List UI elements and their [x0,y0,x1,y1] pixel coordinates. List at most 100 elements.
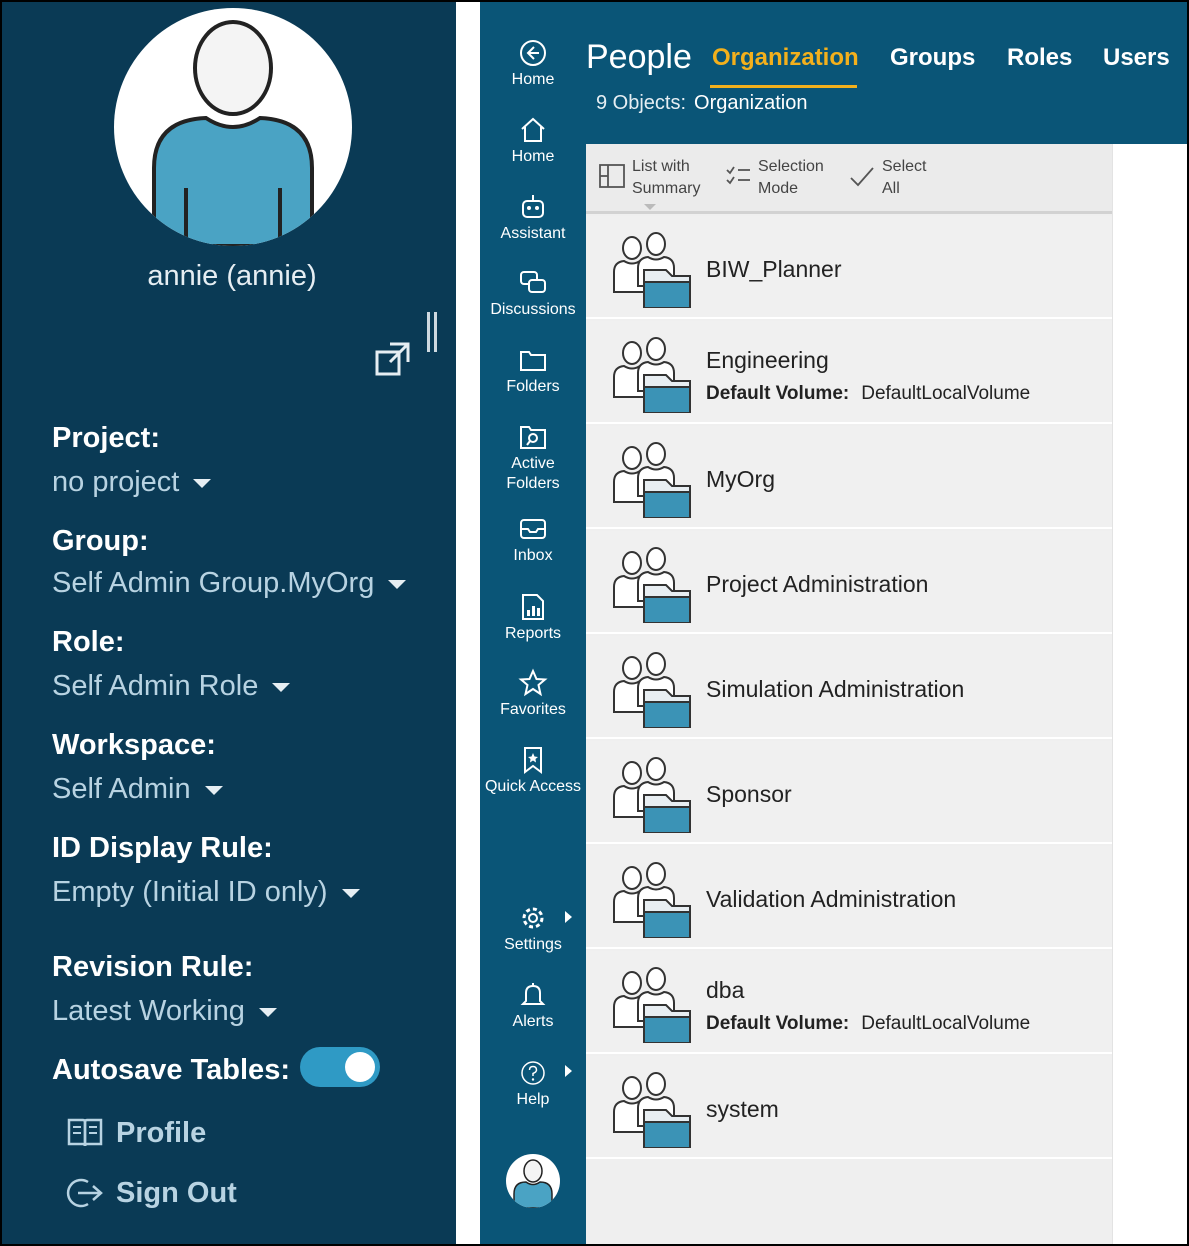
autosave-label: Autosave Tables: [52,1054,290,1086]
chat-bubbles-icon [520,271,546,293]
nav-home[interactable]: Home [480,115,586,167]
checkmark-icon [850,167,874,187]
nav-label: Favorites [500,701,566,718]
folder-icon [520,351,546,371]
nav-label: Alerts [512,1013,554,1030]
workspace-dropdown[interactable]: Self Admin [52,773,223,806]
nav-user-avatar[interactable] [506,1154,560,1208]
list-item[interactable]: Simulation Administration [586,636,1112,739]
item-name: MyOrg [706,466,775,492]
list-item[interactable]: BIW_Planner [586,216,1112,319]
nav-label: Help [516,1091,550,1108]
nav-label: Folders [506,378,560,395]
panel-resize-handle[interactable] [427,312,437,352]
organization-icon [613,547,691,623]
star-icon [518,668,548,697]
revision-rule-value: Latest Working [52,995,245,1027]
list-item[interactable]: system [586,1056,1112,1159]
nav-assistant[interactable]: Assistant [480,192,586,244]
item-volume-label: Default Volume: [706,1013,850,1034]
organization-icon [613,442,691,518]
tab-organization[interactable]: Organization [712,44,859,72]
item-name: Project Administration [706,571,929,597]
checklist-icon [726,166,750,185]
list-item[interactable]: Validation Administration [586,846,1112,949]
sign-out-icon [66,1178,103,1208]
nav-label: Reports [504,625,562,642]
role-label: Role: [52,626,125,658]
nav-discussions[interactable]: Discussions [480,268,586,320]
nav-label: Folders [506,475,560,492]
detail-panel [1112,144,1187,1244]
group-label: Group: [52,525,149,557]
chevron-down-icon [272,682,291,692]
list-toolbar: List with Summary Selection Mode Select All [586,144,1112,214]
view-mode-button[interactable]: List with Summary [598,156,700,200]
popout-icon[interactable] [374,340,412,378]
view-mode-label: Summary [632,180,701,197]
selection-mode-button[interactable]: Selection Mode [724,156,824,200]
object-count: 9 Objects: Organization [596,92,807,115]
revision-rule-label: Revision Rule: [52,951,254,983]
tab-users[interactable]: Users [1103,44,1170,72]
nav-inbox[interactable]: Inbox [480,514,586,566]
profile-label: Profile [116,1116,207,1149]
select-all-label: Select [882,158,927,175]
help-icon [521,1061,545,1085]
nav-label: Settings [504,936,562,953]
object-list-panel: List with Summary Selection Mode Select All… [586,144,1112,1244]
panel-gap [456,2,480,1244]
chevron-down-icon [388,579,407,589]
nav-quick-access[interactable]: Quick Access [480,745,586,797]
tab-roles[interactable]: Roles [1007,44,1072,72]
item-default-volume: Default Volume: DefaultLocalVolume [706,383,1030,405]
active-folder-icon [520,426,546,449]
nav-folders[interactable]: Folders [480,345,586,397]
book-icon [67,1118,103,1147]
signout-link[interactable]: Sign Out [66,1176,237,1210]
workspace-value: Self Admin [52,773,191,805]
role-dropdown[interactable]: Self Admin Role [52,670,291,703]
project-label: Project: [52,422,160,454]
nav-label: Inbox [513,547,553,564]
project-dropdown[interactable]: no project [52,466,212,499]
settings-expand-arrow-icon[interactable] [565,911,572,923]
nav-active-folders[interactable]: Active Folders [480,422,586,494]
list-item[interactable]: Engineering Default Volume: DefaultLocalVo… [586,321,1112,424]
item-volume-value: DefaultLocalVolume [861,383,1031,404]
user-avatar [114,8,352,246]
nav-back-home[interactable]: Home [480,38,586,90]
chevron-down-icon [341,888,360,898]
list-item[interactable]: Sponsor [586,741,1112,844]
profile-link[interactable]: Profile [66,1116,206,1150]
list-item[interactable]: MyOrg [586,426,1112,529]
active-tab-indicator [710,85,857,88]
select-all-button[interactable]: Select All [848,156,926,200]
nav-alerts[interactable]: Alerts [480,980,586,1032]
autosave-toggle[interactable] [300,1047,380,1087]
list-item[interactable]: dba Default Volume: DefaultLocalVolume [586,951,1112,1054]
nav-reports[interactable]: Reports [480,592,586,644]
organization-icon [613,652,691,728]
group-dropdown[interactable]: Self Admin Group.MyOrg [52,567,407,600]
chevron-down-icon [193,478,212,488]
list-item[interactable]: Project Administration [586,531,1112,634]
project-value: no project [52,466,180,498]
app-window: annie (annie) Project: no project Group:… [0,0,1189,1246]
item-name: Sponsor [706,781,792,807]
tab-groups[interactable]: Groups [890,44,975,72]
id-display-rule-dropdown[interactable]: Empty (Initial ID only) [52,876,360,909]
list-summary-icon [599,164,625,188]
organization-icon [613,232,691,308]
selection-mode-label: Mode [758,180,799,197]
help-expand-arrow-icon[interactable] [565,1065,572,1077]
nav-label: Discussions [490,301,576,318]
nav-label: Quick Access [484,778,582,795]
gear-icon [522,907,544,929]
revision-rule-dropdown[interactable]: Latest Working [52,995,277,1028]
item-name: Simulation Administration [706,676,965,702]
item-name: Engineering [706,347,829,373]
item-name: dba [706,977,745,1003]
nav-favorites[interactable]: Favorites [480,668,586,720]
object-count-label: 9 Objects: [596,92,687,114]
